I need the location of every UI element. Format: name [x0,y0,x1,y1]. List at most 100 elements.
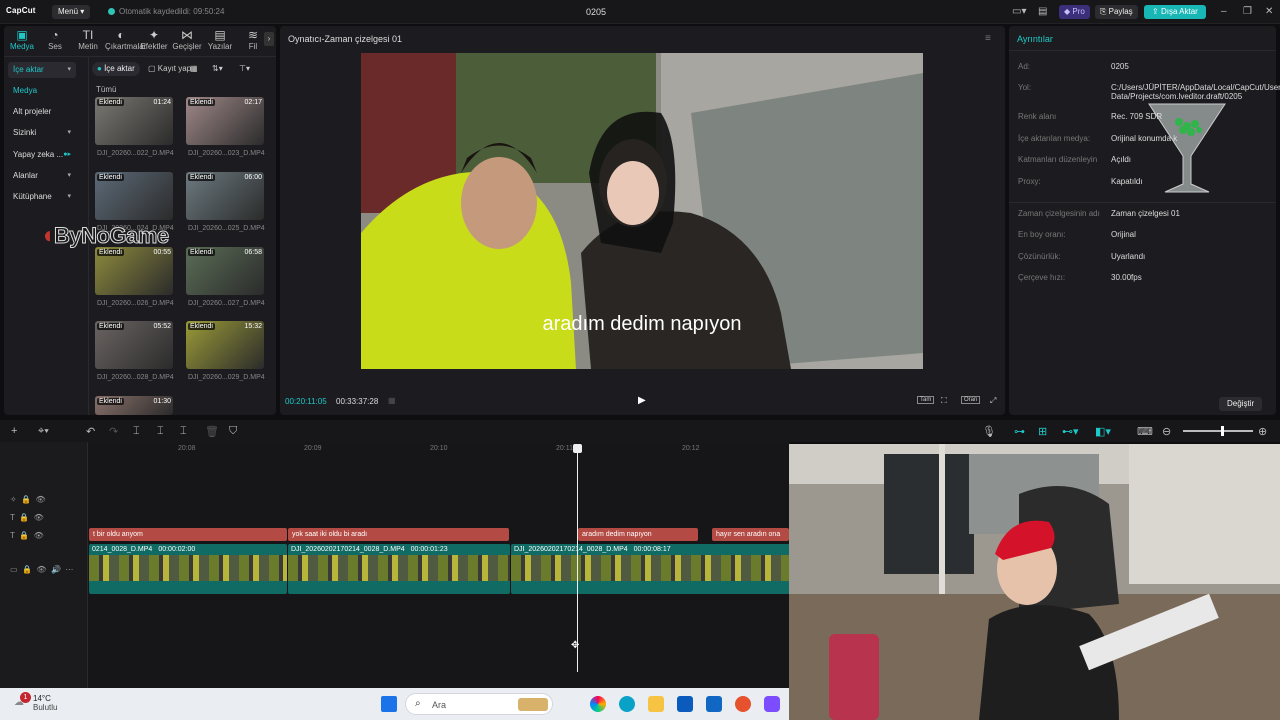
zoom-slider[interactable] [1183,430,1253,432]
redo-icon[interactable]: ↷ [109,425,118,438]
sidebar-item-import[interactable]: İçe aktar ▾ [8,62,76,78]
added-badge: Eklendi [188,99,215,106]
track-headers: ✧ 🔒 👁 T 🔒 👁 T 🔒 👁 ▭ 🔒 👁 🔊 ⋯ [0,442,88,688]
tab-sticker[interactable]: ◐ Çıkartmalar [105,28,146,51]
app-logo: CapCut [6,6,36,15]
taskbar-search[interactable]: ⌕ Ara [405,693,553,715]
split-icon[interactable]: ⌶ [133,425,140,438]
layout-icon[interactable]: ▭▾ [1012,6,1026,17]
media-thumbnail[interactable]: Eklendi 06:58 [186,247,264,295]
player-title: Oynatıcı-Zaman çizelgesi 01 [288,34,403,44]
copilot-icon[interactable] [590,696,606,712]
microphone-icon[interactable]: 🎙 [982,425,996,438]
edge-icon[interactable] [619,696,635,712]
media-thumbnail[interactable]: Eklendi 00:55 [95,247,173,295]
tab-label: Fil [248,42,258,51]
fullscreen-icon[interactable]: ⤢ [990,396,996,406]
store-icon[interactable] [677,696,693,712]
video-clip[interactable]: DJI_20260202170214_0028_D.MP4 00:00:08:17 [511,544,790,594]
import-button[interactable]: ● İçe aktar [92,62,140,76]
filter-icon[interactable]: ⊤▾ [239,62,250,76]
auto-align-icon[interactable]: ◧▾ [1095,425,1111,438]
media-thumbnail[interactable]: Eklendi 15:32 [186,321,264,369]
file-explorer-icon[interactable] [648,696,664,712]
video-preview[interactable]: aradım dedim napıyon [361,53,923,369]
caption-tool-icon[interactable]: ⌨ [1137,425,1153,438]
text-clip[interactable]: t bir oldu anyom [89,528,287,541]
video-clip-name: 0214_0028_D.MP4 [92,546,153,553]
text-icon: TI [82,28,94,42]
sidebar-item-media[interactable]: Medya [8,83,76,99]
undo-icon[interactable]: ↶ [86,425,95,438]
sidebar-item-spaces[interactable]: Alanlar ▾ [8,168,76,184]
split-right-icon[interactable]: ⌶ [180,425,187,438]
media-thumbnail[interactable]: Eklendi 02:17 [186,97,264,145]
link-icon[interactable]: ⊶ [1014,425,1025,438]
export-button[interactable]: ⇪ Dışa Aktar [1144,5,1206,19]
tab-media[interactable]: ▣ Medya [6,28,38,51]
shortcuts-icon[interactable]: ▤ [1038,6,1047,17]
snap-icon[interactable]: ⊞ [1038,425,1047,438]
select-tool-icon[interactable]: ⌖▾ [38,425,49,438]
app-icon[interactable] [764,696,780,712]
media-thumbnail[interactable]: Eklendi 05:52 [95,321,173,369]
split-left-icon[interactable]: ⌶ [157,425,164,438]
firefox-icon[interactable] [735,696,751,712]
tab-effects[interactable]: ✦ Efektler [138,28,170,51]
change-button[interactable]: Değiştir [1219,397,1263,411]
marker-icon[interactable]: ⛉ [229,425,237,438]
sort-icon[interactable]: ⇅▾ [212,62,223,76]
ratio-button[interactable]: Oran [961,396,981,404]
sidebar-item-ai[interactable]: Yapay zeka ... ●▸ [8,147,76,163]
outlook-icon[interactable] [706,696,722,712]
clip-duration: 06:00 [244,174,262,181]
menu-button[interactable]: Menü ▾ [52,5,91,19]
close-icon[interactable]: ✕ [1265,6,1273,17]
chevron-down-icon: ▾ [67,193,71,200]
video-clip[interactable]: 0214_0028_D.MP4 00:00:02:00 [89,544,287,594]
record-button[interactable]: ▢ Kayıt yap [148,62,191,76]
tab-caption[interactable]: ▤ Yazılar [204,28,236,51]
maximize-icon[interactable]: ❐ [1243,6,1252,17]
media-thumbnail[interactable]: Eklendi [95,172,173,220]
play-button[interactable]: ▶ [638,395,646,406]
clip-duration: 05:52 [153,323,171,330]
text-clip-label: yok saat iki oldu bi aradı [292,531,368,538]
zoom-slider-handle[interactable] [1221,426,1224,436]
clip-name: DJI_20260...027_D.MP4 [188,300,265,307]
menu-icon[interactable]: ≡ [985,33,991,44]
text-clip[interactable]: yok saat iki oldu bi aradı [288,528,509,541]
weather-widget[interactable]: 14°C Bulutlu [33,694,57,712]
chevron-down-icon: ▾ [67,129,71,136]
crop-icon[interactable]: ⛶ [941,396,947,406]
fit-button[interactable]: Tam [917,396,935,404]
windows-start-icon[interactable] [381,696,397,712]
video-clip[interactable]: DJI_20260202170214_0028_D.MP4 00:00:01:23 [288,544,510,594]
pro-button[interactable]: ◆ Pro [1059,5,1090,19]
text-clip[interactable]: hayır sen aradın ona [712,528,789,541]
sidebar-item-library[interactable]: Kütüphane ▾ [8,189,76,205]
tab-text[interactable]: TI Metin [72,28,104,51]
sidebar-item-subprojects[interactable]: Alt projeler [8,104,76,120]
detail-label: Zaman çizelgesinin adı [1018,209,1100,218]
playhead-handle[interactable] [573,444,582,453]
add-icon[interactable]: + [11,425,17,437]
tab-audio[interactable]: ◔ Ses [39,28,71,51]
zoom-in-icon[interactable]: ⊕ [1258,425,1267,438]
share-button[interactable]: ⎘ Paylaş [1095,5,1138,19]
tab-transition[interactable]: ⋈ Geçişler [171,28,203,51]
text-clip[interactable]: aradım dedim napıyon [578,528,698,541]
sidebar-item-yours[interactable]: Sizinki ▾ [8,125,76,141]
media-thumbnail[interactable]: Eklendi 01:30 [95,396,173,415]
playhead[interactable] [573,444,582,672]
detail-label: Katmanları düzenleyin [1018,155,1098,164]
preview-axis-icon[interactable]: ⊷▾ [1062,425,1079,438]
media-thumbnail[interactable]: Eklendi 06:00 [186,172,264,220]
media-thumbnail[interactable]: Eklendi 01:24 [95,97,173,145]
delete-icon[interactable]: 🗑 [205,425,219,438]
effects-icon: ✦ [148,28,160,42]
minimize-icon[interactable]: – [1221,6,1227,17]
tab-filter[interactable]: ≋ Fil [237,28,269,51]
grid-view-icon[interactable]: ▦ [190,62,198,76]
zoom-out-icon[interactable]: ⊖ [1162,425,1171,438]
